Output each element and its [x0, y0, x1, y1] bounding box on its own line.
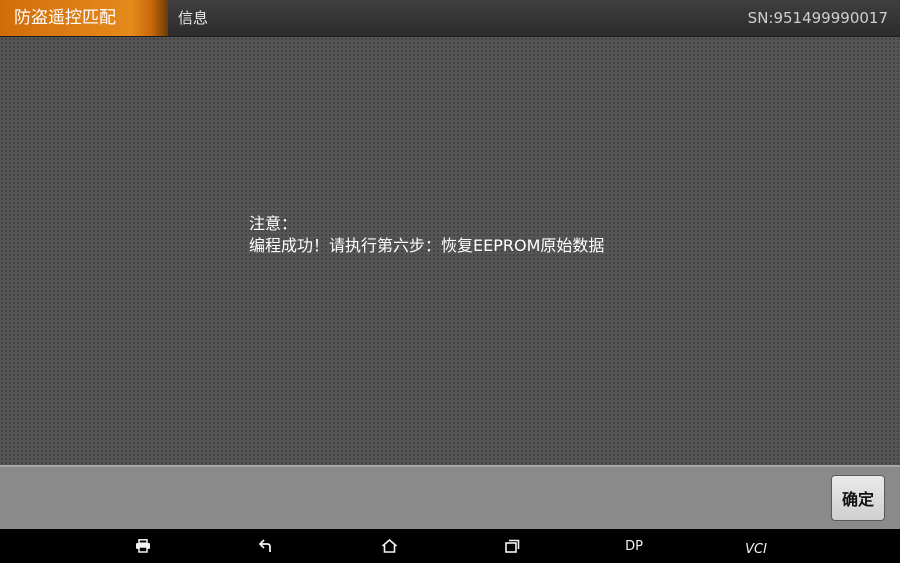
vci-status[interactable]: VCI	[739, 532, 773, 563]
message-area: 注意： 编程成功！请执行第六步：恢复EEPROM原始数据	[0, 37, 900, 465]
serial-number: SN:951499990017	[747, 9, 888, 27]
action-bar: 确定	[0, 465, 900, 529]
section-title: 信息	[178, 9, 209, 27]
message-body: 编程成功！请执行第六步：恢复EEPROM原始数据	[249, 236, 605, 255]
message-heading: 注意：	[249, 214, 298, 233]
vci-label: VCI	[745, 541, 767, 557]
system-nav-bar: DP VCI	[0, 529, 900, 563]
recent-apps-icon	[504, 539, 519, 553]
back-button[interactable]	[251, 529, 281, 563]
recent-apps-button[interactable]	[497, 529, 527, 563]
confirm-button[interactable]: 确定	[831, 475, 885, 521]
dp-label: DP	[625, 538, 643, 554]
printer-icon	[136, 539, 150, 553]
home-icon	[381, 539, 397, 553]
dp-button[interactable]: DP	[619, 529, 649, 563]
home-button[interactable]	[374, 529, 404, 563]
top-bar: 防盗遥控匹配 信息 SN:951499990017	[0, 0, 900, 37]
print-button[interactable]	[128, 529, 158, 563]
app-window: 防盗遥控匹配 信息 SN:951499990017 注意： 编程成功！请执行第六…	[0, 0, 900, 563]
message-text: 注意： 编程成功！请执行第六步：恢复EEPROM原始数据	[249, 213, 604, 257]
back-arrow-icon	[259, 539, 271, 552]
app-title: 防盗遥控匹配	[0, 0, 168, 36]
